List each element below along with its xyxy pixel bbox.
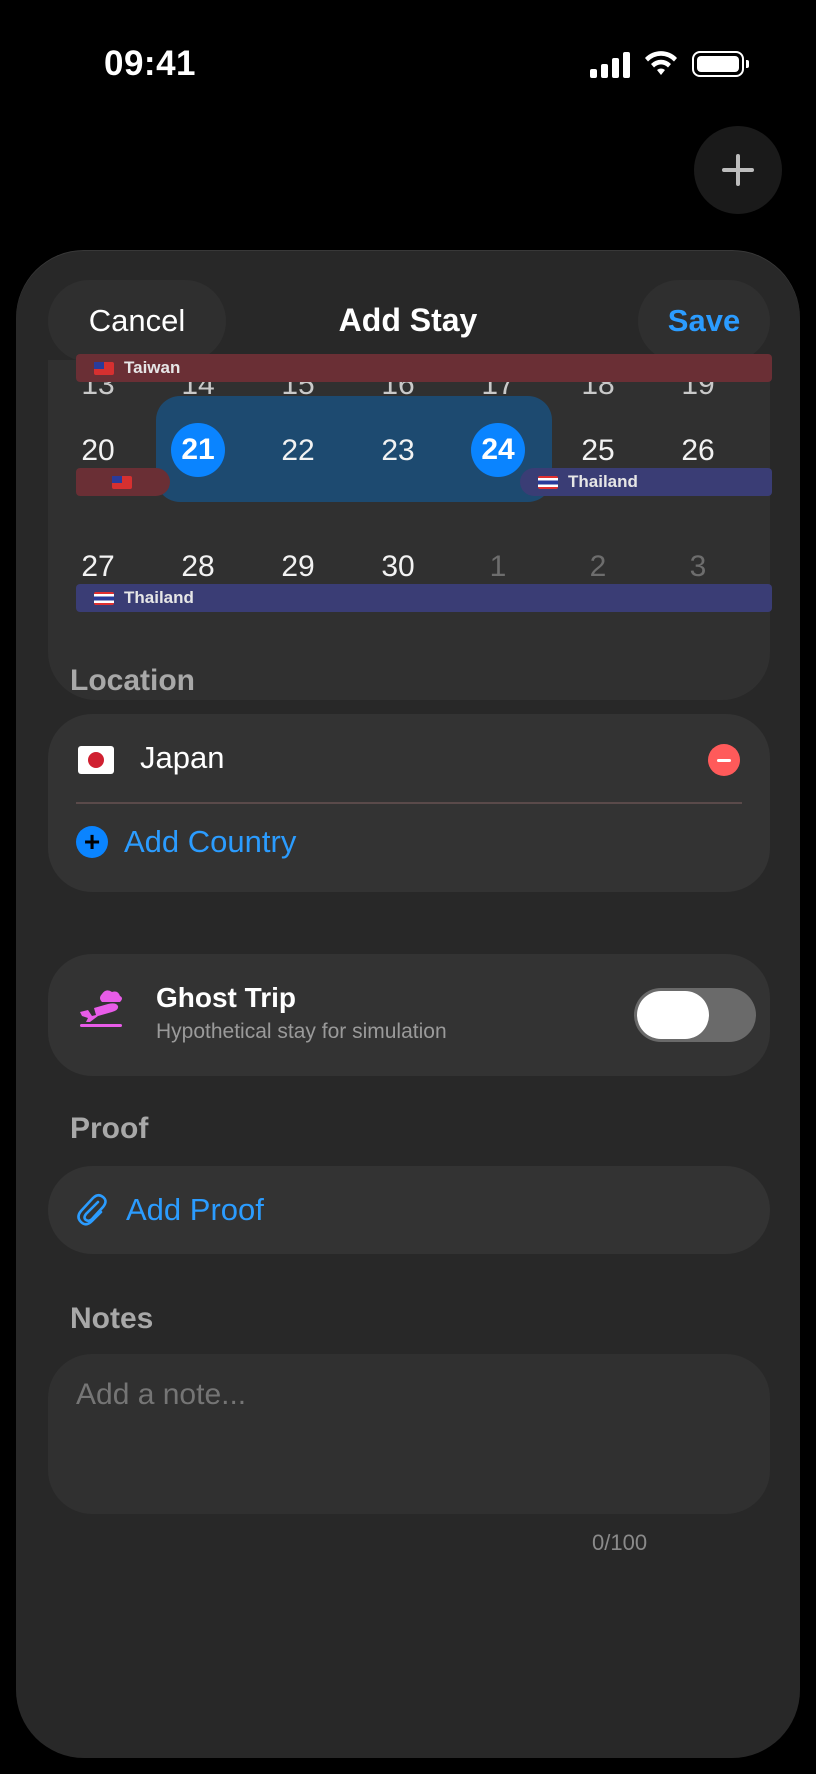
notes-card bbox=[48, 1354, 770, 1514]
calendar-day[interactable]: 20 bbox=[68, 434, 128, 468]
country-name: Japan bbox=[140, 740, 225, 775]
ghost-trip-card: Ghost Trip Hypothetical stay for simulat… bbox=[48, 954, 770, 1076]
calendar-grid: 13 14 15 16 17 18 19 Taiwan 20 21 22 23 … bbox=[48, 354, 772, 700]
notes-input[interactable] bbox=[76, 1378, 736, 1412]
location-card: Japan + Add Country bbox=[48, 714, 770, 892]
thailand-flag-icon bbox=[94, 591, 114, 605]
calendar-day[interactable]: 22 bbox=[268, 434, 328, 468]
wifi-icon bbox=[645, 51, 677, 75]
calendar-day[interactable]: 23 bbox=[368, 434, 428, 468]
proof-section-label: Proof bbox=[70, 1112, 149, 1145]
remove-country-button[interactable] bbox=[708, 744, 740, 776]
battery-icon bbox=[692, 51, 749, 77]
stay-bar-taiwan[interactable]: Taiwan bbox=[76, 354, 772, 382]
cellular-signal-icon bbox=[590, 50, 630, 78]
plane-landing-icon bbox=[80, 990, 122, 1027]
stay-bar-taiwan-short[interactable] bbox=[76, 468, 170, 496]
toggle-knob bbox=[637, 991, 709, 1039]
add-stay-sheet: Cancel Add Stay Save 13 14 15 16 17 18 1… bbox=[16, 250, 800, 1758]
calendar-day[interactable]: 26 bbox=[668, 434, 728, 468]
taiwan-flag-icon bbox=[94, 361, 114, 375]
calendar-day[interactable]: 25 bbox=[568, 434, 628, 468]
calendar-day[interactable]: 30 bbox=[368, 550, 428, 584]
calendar-day-selected-end[interactable]: 24 bbox=[471, 423, 525, 477]
plus-icon bbox=[722, 154, 754, 186]
thailand-flag-icon bbox=[538, 475, 558, 489]
add-country-button[interactable]: + Add Country bbox=[76, 824, 296, 860]
stay-bar-thailand[interactable]: Thailand bbox=[520, 468, 772, 496]
stay-bar-label: Taiwan bbox=[124, 358, 181, 377]
divider bbox=[76, 802, 742, 804]
ghost-trip-subtitle: Hypothetical stay for simulation bbox=[156, 1020, 447, 1043]
calendar-day[interactable]: 2 bbox=[568, 550, 628, 584]
taiwan-flag-icon bbox=[112, 475, 132, 489]
add-button[interactable] bbox=[694, 126, 782, 214]
paperclip-icon bbox=[77, 1193, 107, 1226]
ghost-trip-toggle[interactable] bbox=[634, 988, 756, 1042]
add-country-label: Add Country bbox=[124, 824, 297, 859]
location-section-label: Location bbox=[70, 664, 195, 697]
calendar-day[interactable]: 28 bbox=[168, 550, 228, 584]
status-bar: 09:41 bbox=[0, 0, 816, 130]
stay-bar-thailand[interactable]: Thailand bbox=[76, 584, 772, 612]
add-proof-label: Add Proof bbox=[126, 1192, 264, 1227]
add-proof-button[interactable]: Add Proof bbox=[48, 1166, 770, 1254]
calendar-day[interactable]: 3 bbox=[668, 550, 728, 584]
plus-circle-icon: + bbox=[76, 826, 108, 858]
notes-character-count: 0/100 bbox=[592, 1530, 648, 1555]
calendar-day[interactable]: 1 bbox=[468, 550, 528, 584]
minus-icon bbox=[717, 758, 731, 762]
stay-bar-label: Thailand bbox=[568, 472, 638, 491]
ghost-trip-title: Ghost Trip bbox=[156, 982, 296, 1013]
japan-flag-icon bbox=[78, 746, 114, 774]
calendar-day-selected-start[interactable]: 21 bbox=[171, 423, 225, 477]
calendar-day[interactable]: 29 bbox=[268, 550, 328, 584]
status-icons bbox=[590, 50, 749, 78]
stay-bar-label: Thailand bbox=[124, 588, 194, 607]
notes-section-label: Notes bbox=[70, 1302, 154, 1335]
save-button[interactable]: Save bbox=[638, 280, 770, 362]
status-time: 09:41 bbox=[104, 44, 197, 83]
calendar-day[interactable]: 27 bbox=[68, 550, 128, 584]
